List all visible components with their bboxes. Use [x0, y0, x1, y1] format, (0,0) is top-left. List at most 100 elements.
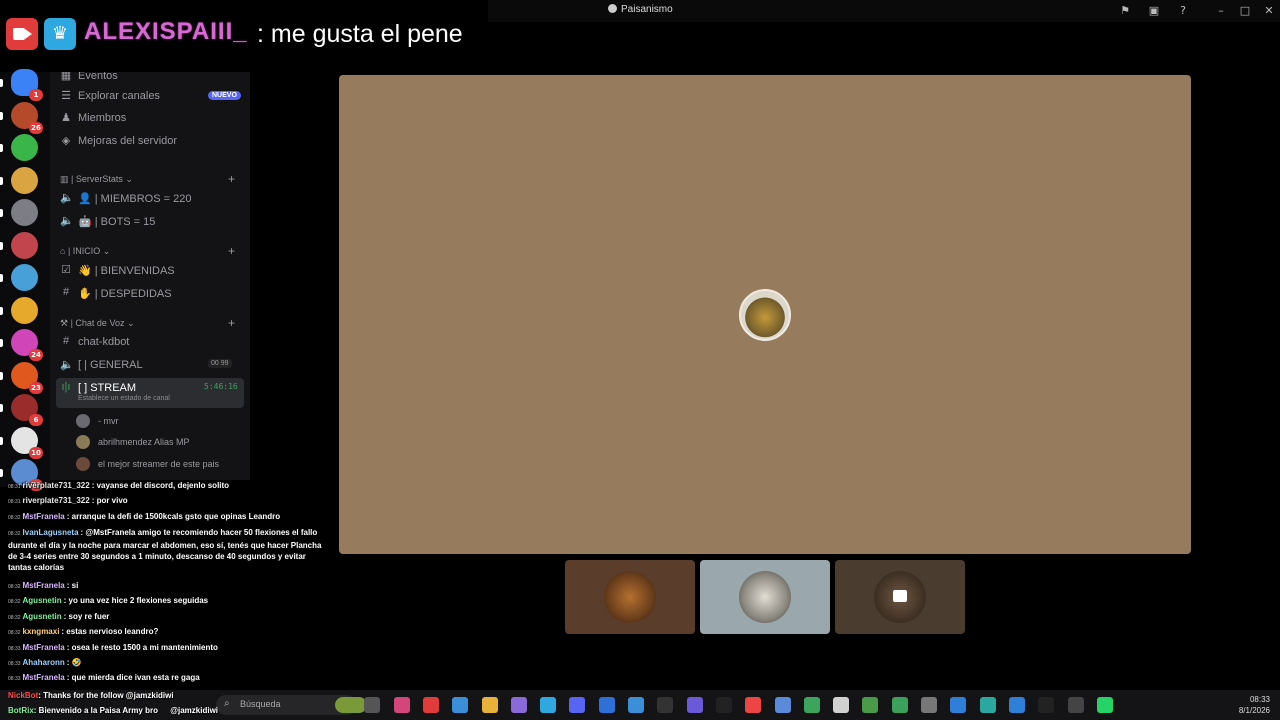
chat-text: : soy re fuer — [63, 612, 110, 621]
voice-user[interactable]: el mejor streamer de este pais — [76, 454, 246, 474]
clock-time: 08:33 — [1249, 695, 1270, 704]
unread-badge: 24 — [29, 349, 43, 361]
chat-text: : osea le resto 1500 a mi mantenimiento — [66, 643, 218, 652]
server-icon[interactable] — [11, 264, 38, 291]
maximize-button[interactable]: □ — [1237, 3, 1253, 19]
channel-bienvenidas[interactable]: ☑ 👋 | BIENVENIDAS — [56, 260, 244, 280]
taskbar-app-icon[interactable] — [364, 697, 381, 713]
taskbar-app-icon[interactable] — [422, 697, 439, 713]
server-icon[interactable]: 23 — [11, 361, 43, 394]
chat-time: 08:32 — [8, 515, 21, 521]
system-clock[interactable]: 08:33 8/1/2026 — [1220, 694, 1270, 716]
search-icon: ⌕ — [224, 698, 230, 709]
chat-username: MstFranela — [22, 643, 65, 652]
taskbar-app-icon[interactable] — [569, 697, 586, 713]
set-channel-status[interactable]: Establece un estado de canal — [78, 395, 170, 402]
voice-active-icon: ı|ı — [61, 381, 71, 393]
unread-pill — [0, 404, 3, 412]
channel-general[interactable]: 🔈 [ | GENERAL 00 99 — [56, 355, 244, 375]
category-serverstats[interactable]: ▥ | ServerStats ⌄ + — [60, 172, 235, 186]
taskbar-app-icon[interactable] — [833, 697, 850, 713]
server-icon[interactable]: 10 — [11, 426, 43, 459]
chat-time: 08:33 — [8, 676, 21, 682]
server-icon[interactable] — [11, 199, 38, 226]
server-icon[interactable]: 1 — [11, 69, 43, 101]
taskbar-app-icon[interactable] — [452, 697, 469, 713]
participant-tile[interactable] — [700, 560, 830, 634]
channel-despedidas[interactable]: # ✋ | DESPEDIDAS — [56, 283, 244, 303]
category-chat-de-voz[interactable]: ⚒ | Chat de Voz ⌄ + — [60, 316, 235, 330]
search-placeholder: Búsqueda — [240, 699, 281, 709]
taskbar-app-icon[interactable] — [803, 697, 820, 713]
chat-text: : vayanse del discord, dejenlo solito — [91, 481, 230, 490]
taskbar-app-icon[interactable] — [598, 697, 615, 713]
taskbar-app-icon[interactable] — [745, 697, 762, 713]
taskbar-app-icon[interactable] — [1096, 697, 1113, 713]
unread-badge: 10 — [29, 446, 43, 459]
category-inicio[interactable]: ⌂ | INICIO ⌄ + — [60, 244, 235, 258]
taskbar-app-icon[interactable] — [950, 697, 967, 713]
channel-chat-kdbot[interactable]: # chat-kdbot — [56, 332, 244, 352]
chat-time: 08:33 — [8, 646, 21, 652]
server-icon[interactable]: 6 — [11, 394, 43, 426]
bot-username: NickBot — [8, 691, 39, 700]
flag-icon[interactable]: ⚑ — [1117, 3, 1133, 19]
taskbar-app-icon[interactable] — [1008, 697, 1025, 713]
alert-message: : me gusta el pene — [257, 20, 463, 48]
chat-text: : arranque la defi de 1500kcals gsto que… — [66, 512, 281, 521]
voice-user[interactable]: abrilhmendez Alias MP — [76, 432, 246, 452]
sidebar-item-boosts[interactable]: ◈ Mejoras del servidor — [56, 131, 244, 151]
taskbar-app-icon[interactable] — [657, 697, 674, 713]
server-icon[interactable] — [11, 166, 38, 194]
screen: Paisanismo ⚑ ▣ ? – □ ✕ ♛ ALEXISPAIII_ : … — [0, 0, 1280, 720]
taskbar-app-icon[interactable] — [891, 697, 908, 713]
minimize-button[interactable]: – — [1213, 3, 1229, 19]
taskbar-app-icon[interactable] — [510, 697, 527, 713]
sidebar-item-label: Miembros — [78, 112, 127, 124]
server-icon[interactable] — [11, 134, 38, 161]
close-button[interactable]: ✕ — [1261, 3, 1277, 19]
boost-icon: ◈ — [61, 135, 71, 147]
taskbar-app-icon[interactable] — [628, 697, 644, 713]
channel-label: 👋 | BIENVENIDAS — [78, 265, 175, 277]
avatar — [739, 571, 791, 623]
taskbar-app-icon[interactable] — [1038, 697, 1055, 713]
taskbar-app-icon[interactable] — [979, 697, 996, 713]
participant-tile[interactable] — [565, 560, 695, 634]
add-channel-icon[interactable]: + — [228, 244, 235, 258]
taskbar-app-icon[interactable] — [921, 697, 937, 713]
chat-username: kxngmaxi — [22, 627, 60, 636]
main-video-tile[interactable] — [339, 75, 1191, 554]
sidebar-item-explore[interactable]: ☰ Explorar canales NUEVO — [56, 86, 244, 106]
server-icon[interactable]: 24 — [11, 329, 43, 361]
taskbar-app-icon[interactable] — [715, 697, 732, 713]
unread-pill — [0, 79, 3, 87]
taskbar-app-icon[interactable] — [774, 697, 791, 713]
hash-icon: # — [62, 335, 70, 347]
taskbar-app-icon[interactable] — [1067, 697, 1084, 713]
channel-label-text: | MIEMBROS = 220 — [94, 193, 192, 205]
taskbar-app-icon[interactable] — [862, 697, 879, 713]
sidebar-item-events[interactable]: ▦ Eventos — [56, 72, 244, 86]
channel-stream[interactable]: ı|ı [ ] STREAM 5:46:16 Establece un esta… — [56, 378, 244, 408]
screen-share-icon[interactable]: ▣ — [1146, 3, 1162, 19]
taskbar-app-icon[interactable] — [481, 697, 498, 713]
unread-badge: 23 — [29, 381, 43, 394]
taskbar-app-icon[interactable] — [335, 697, 367, 713]
taskbar-app-icon[interactable] — [540, 697, 557, 713]
add-channel-icon[interactable]: + — [228, 172, 235, 186]
voice-user[interactable]: - mvr — [76, 411, 246, 431]
sidebar-item-members[interactable]: ♟ Miembros — [56, 108, 244, 128]
taskbar-app-icon[interactable] — [686, 697, 703, 713]
participant-tile[interactable] — [835, 560, 965, 634]
add-channel-icon[interactable]: + — [228, 316, 235, 330]
unread-badge: 6 — [29, 414, 43, 426]
channel-bots[interactable]: 🔈 🤖 | BOTS = 15 — [56, 211, 244, 231]
server-icon[interactable] — [11, 296, 38, 324]
help-icon[interactable]: ? — [1175, 3, 1191, 19]
taskbar-app-icon[interactable] — [393, 697, 410, 713]
channel-miembros[interactable]: 🔈 👤 | MIEMBROS = 220 — [56, 188, 244, 208]
server-icon[interactable] — [11, 231, 38, 259]
server-icon[interactable]: 26 — [11, 101, 43, 134]
chat-username: Agusnetin — [22, 596, 62, 605]
